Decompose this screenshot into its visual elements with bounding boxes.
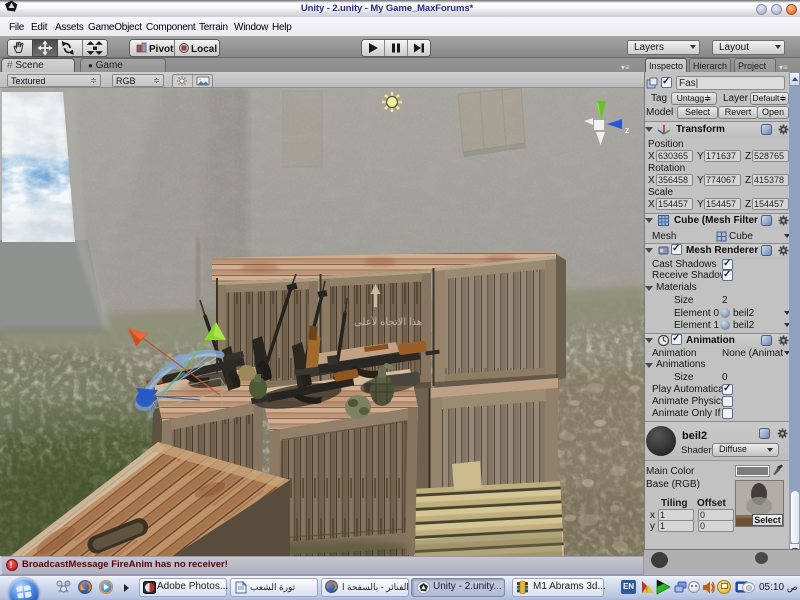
- svg-text:Local: Local: [191, 44, 217, 55]
- svg-text:z: z: [625, 125, 630, 135]
- svg-text:Pivot: Pivot: [149, 44, 174, 55]
- svg-text:!: !: [646, 588, 648, 595]
- svg-text:هذا الاتجاه لأعلى: هذا الاتجاه لأعلى: [354, 316, 422, 328]
